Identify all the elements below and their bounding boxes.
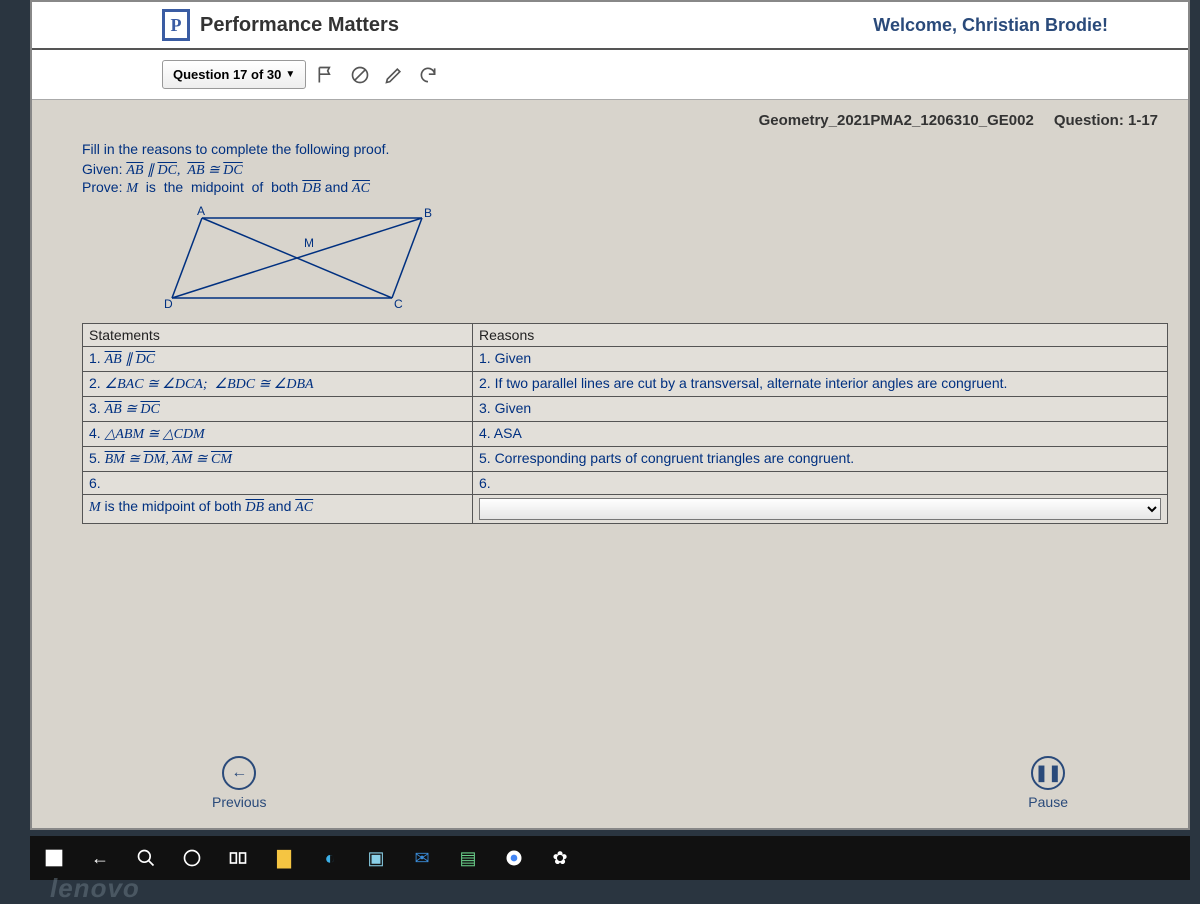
table-row: 3. AB ≅ DC 3. Given xyxy=(83,397,1168,422)
edge-icon[interactable]: ◐ xyxy=(316,844,344,872)
prohibit-icon[interactable] xyxy=(346,61,374,89)
brand-logo-icon: P xyxy=(162,9,190,41)
chrome-icon[interactable] xyxy=(500,844,528,872)
pause-icon: ❚❚ xyxy=(1031,756,1065,790)
svg-text:B: B xyxy=(424,206,432,220)
file-explorer-icon[interactable]: ▇ xyxy=(270,844,298,872)
statements-header: Statements xyxy=(83,324,473,347)
svg-text:A: A xyxy=(197,204,205,218)
question-content: Fill in the reasons to complete the foll… xyxy=(32,141,1188,742)
device-brand: lenovo xyxy=(50,873,140,904)
svg-text:C: C xyxy=(394,297,403,311)
pause-label: Pause xyxy=(1028,794,1068,810)
table-row: 6. M is the midpoint of both DB and AC 6… xyxy=(83,472,1168,524)
svg-text:M: M xyxy=(304,236,314,250)
question-selector[interactable]: Question 17 of 30 ▼ xyxy=(162,60,306,89)
reason-6-select[interactable] xyxy=(479,498,1161,520)
pause-button[interactable]: ❚❚ Pause xyxy=(1028,756,1068,810)
start-icon[interactable] xyxy=(40,844,68,872)
proof-table: Statements Reasons 1. AB ∥ DC 1. Given 2… xyxy=(82,323,1168,524)
prove-line: Prove: M is the midpoint of both DB and … xyxy=(82,179,1168,197)
flag-icon[interactable] xyxy=(312,61,340,89)
footer-nav: ← Previous ❚❚ Pause xyxy=(32,742,1188,828)
instruction-text: Fill in the reasons to complete the foll… xyxy=(82,141,1168,157)
table-row: 2. ∠BAC ≅ ∠DCA; ∠BDC ≅ ∠DBA 2. If two pa… xyxy=(83,372,1168,397)
welcome-text: Welcome, Christian Brodie! xyxy=(873,15,1108,36)
previous-label: Previous xyxy=(212,794,266,810)
question-toolbar: Question 17 of 30 ▼ xyxy=(32,50,1188,100)
cortana-icon[interactable] xyxy=(178,844,206,872)
previous-button[interactable]: ← Previous xyxy=(212,756,266,810)
reasons-header: Reasons xyxy=(473,324,1168,347)
svg-text:D: D xyxy=(164,297,173,311)
chevron-down-icon: ▼ xyxy=(285,69,295,80)
table-row: 1. AB ∥ DC 1. Given xyxy=(83,347,1168,372)
mail-icon[interactable]: ✉ xyxy=(408,844,436,872)
question-selector-label: Question 17 of 30 xyxy=(173,67,281,82)
search-icon[interactable] xyxy=(132,844,160,872)
table-row: 4. △ABM ≅ △CDM 4. ASA xyxy=(83,422,1168,447)
table-row: 5. BM ≅ DM, AM ≅ CM 5. Corresponding par… xyxy=(83,447,1168,472)
app-icon[interactable]: ▤ xyxy=(454,844,482,872)
highlighter-icon[interactable] xyxy=(380,61,408,89)
windows-taskbar: ← ▇ ◐ ▣ ✉ ▤ ✿ xyxy=(30,836,1190,880)
arrow-left-icon: ← xyxy=(222,756,256,790)
brand-title: Performance Matters xyxy=(200,14,399,37)
assessment-meta: Geometry_2021PMA2_1206310_GE002 Question… xyxy=(32,100,1188,141)
assessment-code: Geometry_2021PMA2_1206310_GE002 xyxy=(759,112,1034,129)
geometry-figure: A B C D M xyxy=(162,203,452,313)
question-number-label: Question: 1-17 xyxy=(1054,112,1158,129)
given-line: Given: AB ∥ DC, AB ≅ DC xyxy=(82,161,1168,179)
settings-icon[interactable]: ✿ xyxy=(546,844,574,872)
app-header: P Performance Matters Welcome, Christian… xyxy=(32,2,1188,50)
refresh-icon[interactable] xyxy=(414,61,442,89)
store-icon[interactable]: ▣ xyxy=(362,844,390,872)
task-view-icon[interactable] xyxy=(224,844,252,872)
back-arrow-icon[interactable]: ← xyxy=(86,844,114,872)
